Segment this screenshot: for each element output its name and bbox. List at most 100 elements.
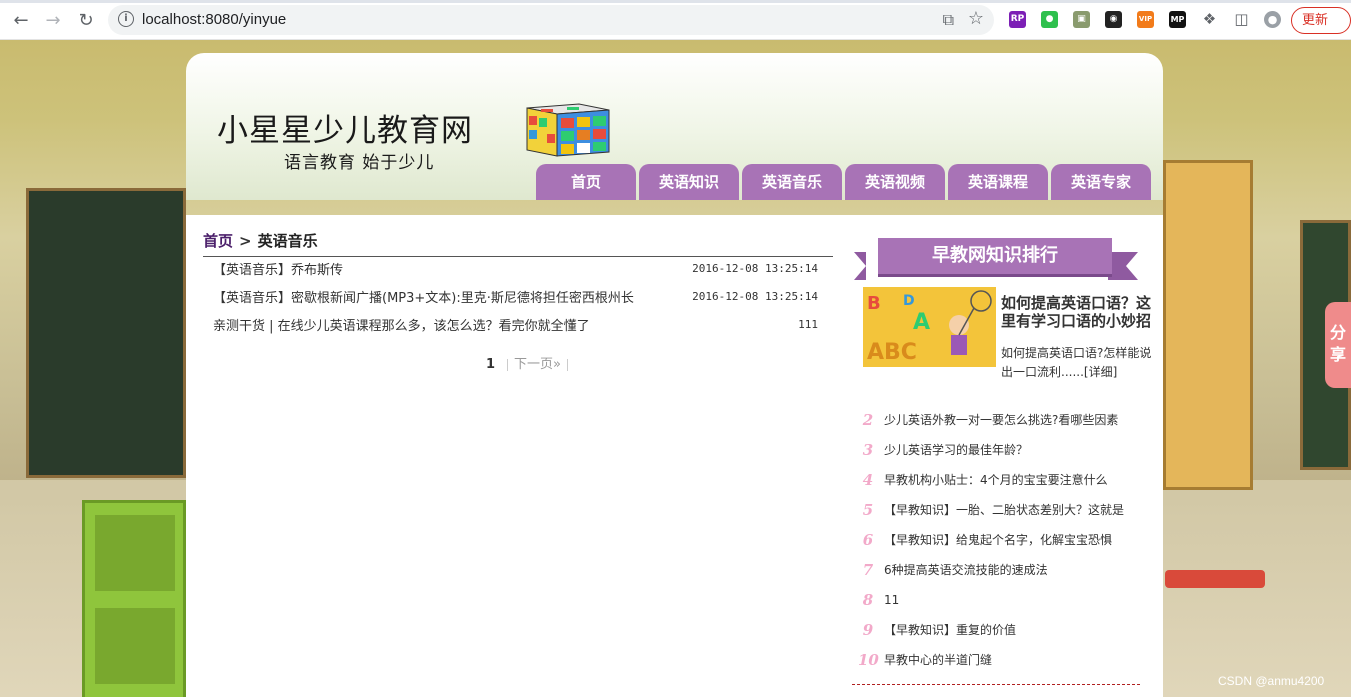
nav-home[interactable]: 首页 — [536, 164, 636, 200]
page-current[interactable]: 1 — [486, 357, 495, 372]
list-item[interactable]: 7 6种提高英语交流技能的速成法 — [858, 555, 1144, 585]
article-title[interactable]: 【英语音乐】乔布斯传 — [213, 263, 343, 278]
profile-avatar-icon[interactable]: ● — [1264, 11, 1281, 28]
article-meta: 111 — [798, 318, 818, 331]
list-item[interactable]: 亲测干货 | 在线少儿英语课程那么多，该怎么选？看完你就全懂了 111 — [203, 313, 833, 341]
right-board-decoration — [1163, 160, 1253, 490]
rank-text[interactable]: 【早教知识】重复的价值 — [884, 623, 1016, 637]
rank-title: 早教网知识排行 — [878, 238, 1112, 274]
breadcrumb-home-link[interactable]: 首页 — [203, 232, 233, 250]
svg-text:B: B — [867, 293, 881, 314]
extension-rp-icon[interactable]: RP — [1009, 11, 1026, 28]
rank-banner: 早教网知识排行 — [852, 238, 1140, 280]
list-item[interactable]: 6 【早教知识】给鬼起个名字，化解宝宝恐惧 — [858, 525, 1144, 555]
rank-number: 5 — [862, 501, 874, 519]
featured-desc[interactable]: 如何提高英语口语?怎样能说出一口流利......[详细] — [1001, 344, 1156, 382]
list-item[interactable]: 2 少儿英语外教一对一要怎么挑选?看哪些因素 — [858, 405, 1144, 435]
rank-text[interactable]: 【早教知识】一胎、二胎状态差别大？这就是 — [884, 503, 1124, 517]
rank-text[interactable]: 少儿英语外教一对一要怎么挑选?看哪些因素 — [884, 413, 1118, 427]
site-title[interactable]: 小星星少儿教育网 — [217, 105, 473, 150]
rank-number: 6 — [862, 531, 874, 549]
extensions-puzzle-icon[interactable]: ❖ — [1201, 11, 1218, 28]
nav-english-course[interactable]: 英语课程 — [948, 164, 1048, 200]
list-item[interactable]: 4 早教机构小贴士：4个月的宝宝要注意什么 — [858, 465, 1144, 495]
site-container: 小星星少儿教育网 语言教育 始于少儿 首页 英语知识 英语音乐 英语视频 英语课… — [186, 53, 1163, 697]
extension-mask-icon[interactable]: ◉ — [1105, 11, 1122, 28]
url-text[interactable]: localhost:8080/yinyue — [142, 11, 286, 28]
rank-text[interactable]: 少儿英语学习的最佳年龄？ — [884, 443, 1028, 457]
ribbon-left — [854, 252, 866, 280]
extension-vip-icon[interactable]: VIP — [1137, 11, 1154, 28]
list-item[interactable]: 【英语音乐】乔布斯传 2016-12-08 13:25:14 — [203, 257, 833, 285]
svg-text:A: A — [913, 310, 930, 335]
rank-number: 8 — [862, 591, 874, 609]
nav-english-expert[interactable]: 英语专家 — [1051, 164, 1151, 200]
rank-number: 9 — [862, 621, 874, 639]
pagination: 1 下一页» — [486, 353, 574, 372]
share-side-button[interactable]: 分享 — [1325, 302, 1351, 388]
rank-number: 10 — [858, 651, 879, 669]
article-title[interactable]: 【英语音乐】密歇根新闻广播(MP3+文本):里克·斯尼德将担任密西根州长 — [213, 291, 634, 306]
kid-abc-illustration-icon: B D A ABC — [863, 287, 996, 367]
site-slogan: 语言教育 始于少儿 — [284, 153, 435, 173]
site-info-icon[interactable]: i — [118, 11, 134, 27]
article-date: 2016-12-08 13:25:14 — [692, 290, 818, 303]
share-page-icon[interactable]: ⧉ — [943, 10, 954, 30]
site-header: 小星星少儿教育网 语言教育 始于少儿 首页 英语知识 英语音乐 英语视频 英语课… — [186, 53, 1163, 200]
list-item[interactable]: 9 【早教知识】重复的价值 — [858, 615, 1144, 645]
shelf-cell — [95, 608, 175, 684]
article-title[interactable]: 亲测干货 | 在线少儿英语课程那么多，该怎么选？看完你就全懂了 — [213, 319, 590, 334]
browser-toolbar: ← → ↻ i localhost:8080/yinyue ⧉ ☆ RP ● ▣… — [0, 0, 1351, 40]
pager-divider — [507, 358, 509, 371]
sidebar-divider — [852, 684, 1140, 685]
extension-image-icon[interactable]: ▣ — [1073, 11, 1090, 28]
nav-english-video[interactable]: 英语视频 — [845, 164, 945, 200]
svg-text:D: D — [903, 293, 915, 309]
breadcrumb-separator: > — [239, 232, 252, 250]
rank-text[interactable]: 早教机构小贴士：4个月的宝宝要注意什么 — [884, 473, 1108, 487]
watermark-text: CSDN @anmu4200 — [1218, 674, 1325, 688]
red-table-decoration — [1165, 570, 1265, 588]
rank-text[interactable]: 6种提高英语交流技能的速成法 — [884, 563, 1048, 577]
svg-text:ABC: ABC — [867, 340, 917, 365]
rank-text[interactable]: 11 — [884, 593, 899, 607]
rank-text[interactable]: 早教中心的半道门缝 — [884, 653, 992, 667]
list-item[interactable]: 【英语音乐】密歇根新闻广播(MP3+文本):里克·斯尼德将担任密西根州长 201… — [203, 285, 833, 313]
update-button[interactable]: 更新 — [1291, 7, 1351, 34]
article-date: 2016-12-08 13:25:14 — [692, 262, 818, 275]
rank-number: 7 — [862, 561, 874, 579]
page-next-link[interactable]: 下一页» — [514, 357, 561, 372]
tab-strip-edge — [0, 0, 1351, 3]
breadcrumb: 首页 > 英语音乐 — [203, 230, 318, 251]
forward-arrow-icon[interactable]: → — [42, 9, 64, 31]
side-panel-icon[interactable]: ◫ — [1233, 11, 1250, 28]
green-shelf-decoration — [82, 500, 186, 697]
rank-number: 4 — [862, 471, 874, 489]
rubiks-cube-logo-icon — [526, 103, 610, 157]
list-item[interactable]: 10 早教中心的半道门缝 — [858, 645, 1144, 675]
extension-mp-icon[interactable]: MP — [1169, 11, 1186, 28]
ribbon-right — [1108, 252, 1138, 280]
shelf-cell — [95, 515, 175, 591]
main-content: 首页 > 英语音乐 【英语音乐】乔布斯传 2016-12-08 13:25:14 【… — [186, 215, 1163, 697]
rank-number: 3 — [862, 441, 874, 459]
extension-chat-icon[interactable]: ● — [1041, 11, 1058, 28]
featured-title[interactable]: 如何提高英语口语？这里有学习口语的小妙招 — [1001, 294, 1156, 330]
rank-text[interactable]: 【早教知识】给鬼起个名字，化解宝宝恐惧 — [884, 533, 1112, 547]
article-list: 【英语音乐】乔布斯传 2016-12-08 13:25:14 【英语音乐】密歇根… — [203, 257, 833, 341]
list-item[interactable]: 5 【早教知识】一胎、二胎状态差别大？这就是 — [858, 495, 1144, 525]
address-bar[interactable]: i localhost:8080/yinyue ⧉ ☆ — [108, 5, 994, 35]
nav-english-music[interactable]: 英语音乐 — [742, 164, 842, 200]
reload-icon[interactable]: ↻ — [75, 9, 97, 31]
sidebar: 早教网知识排行 B D A ABC 如何提高英语口语？这里有学习口语的小妙招 如… — [852, 215, 1151, 697]
back-arrow-icon[interactable]: ← — [10, 9, 32, 31]
bookmark-star-icon[interactable]: ☆ — [968, 8, 984, 29]
featured-thumbnail[interactable]: B D A ABC — [863, 287, 996, 367]
breadcrumb-current: 英语音乐 — [257, 232, 318, 250]
rank-number: 2 — [862, 411, 874, 429]
main-nav: 首页 英语知识 英语音乐 英语视频 英语课程 英语专家 — [536, 164, 1154, 200]
list-item[interactable]: 3 少儿英语学习的最佳年龄？ — [858, 435, 1144, 465]
nav-english-knowledge[interactable]: 英语知识 — [639, 164, 739, 200]
left-blackboard-decoration — [26, 188, 186, 478]
list-item[interactable]: 8 11 — [858, 585, 1144, 615]
